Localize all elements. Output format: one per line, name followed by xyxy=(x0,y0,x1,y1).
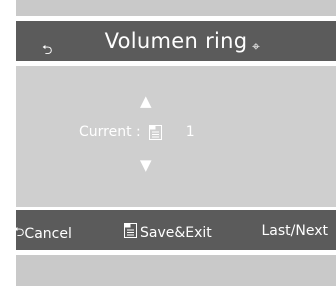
triangle-down-icon[interactable]: ▼ xyxy=(140,158,152,173)
page-title: Volumen ring xyxy=(104,29,248,53)
mouse-cursor-icon: ⌖ xyxy=(252,39,260,55)
last-next-label: Last/Next xyxy=(261,223,329,239)
triangle-up-icon[interactable]: ▲ xyxy=(140,94,152,109)
return-arrow-icon: ⮌ xyxy=(14,225,25,240)
save-exit-button[interactable]: Save&Exit xyxy=(124,223,212,242)
main-panel: ▲ Current : 1 ▼ xyxy=(16,66,336,207)
cancel-button[interactable]: ⮌ Cancel xyxy=(14,223,72,245)
save-exit-label: Save&Exit xyxy=(140,224,212,241)
document-icon xyxy=(124,223,137,242)
bottom-bar: ⮌ Cancel Save&Exit Last/Next xyxy=(14,210,336,250)
document-icon xyxy=(148,124,162,140)
top-strip xyxy=(16,0,336,16)
current-value: 1 xyxy=(185,124,195,140)
cancel-label: Cancel xyxy=(24,226,72,242)
current-label: Current : xyxy=(79,124,141,140)
title-bar: ⮌ Volumen ring ⌖ xyxy=(16,21,336,61)
footer-strip xyxy=(16,255,336,286)
current-row: Current : 1 xyxy=(79,124,195,140)
last-next-button[interactable]: Last/Next xyxy=(262,223,329,239)
